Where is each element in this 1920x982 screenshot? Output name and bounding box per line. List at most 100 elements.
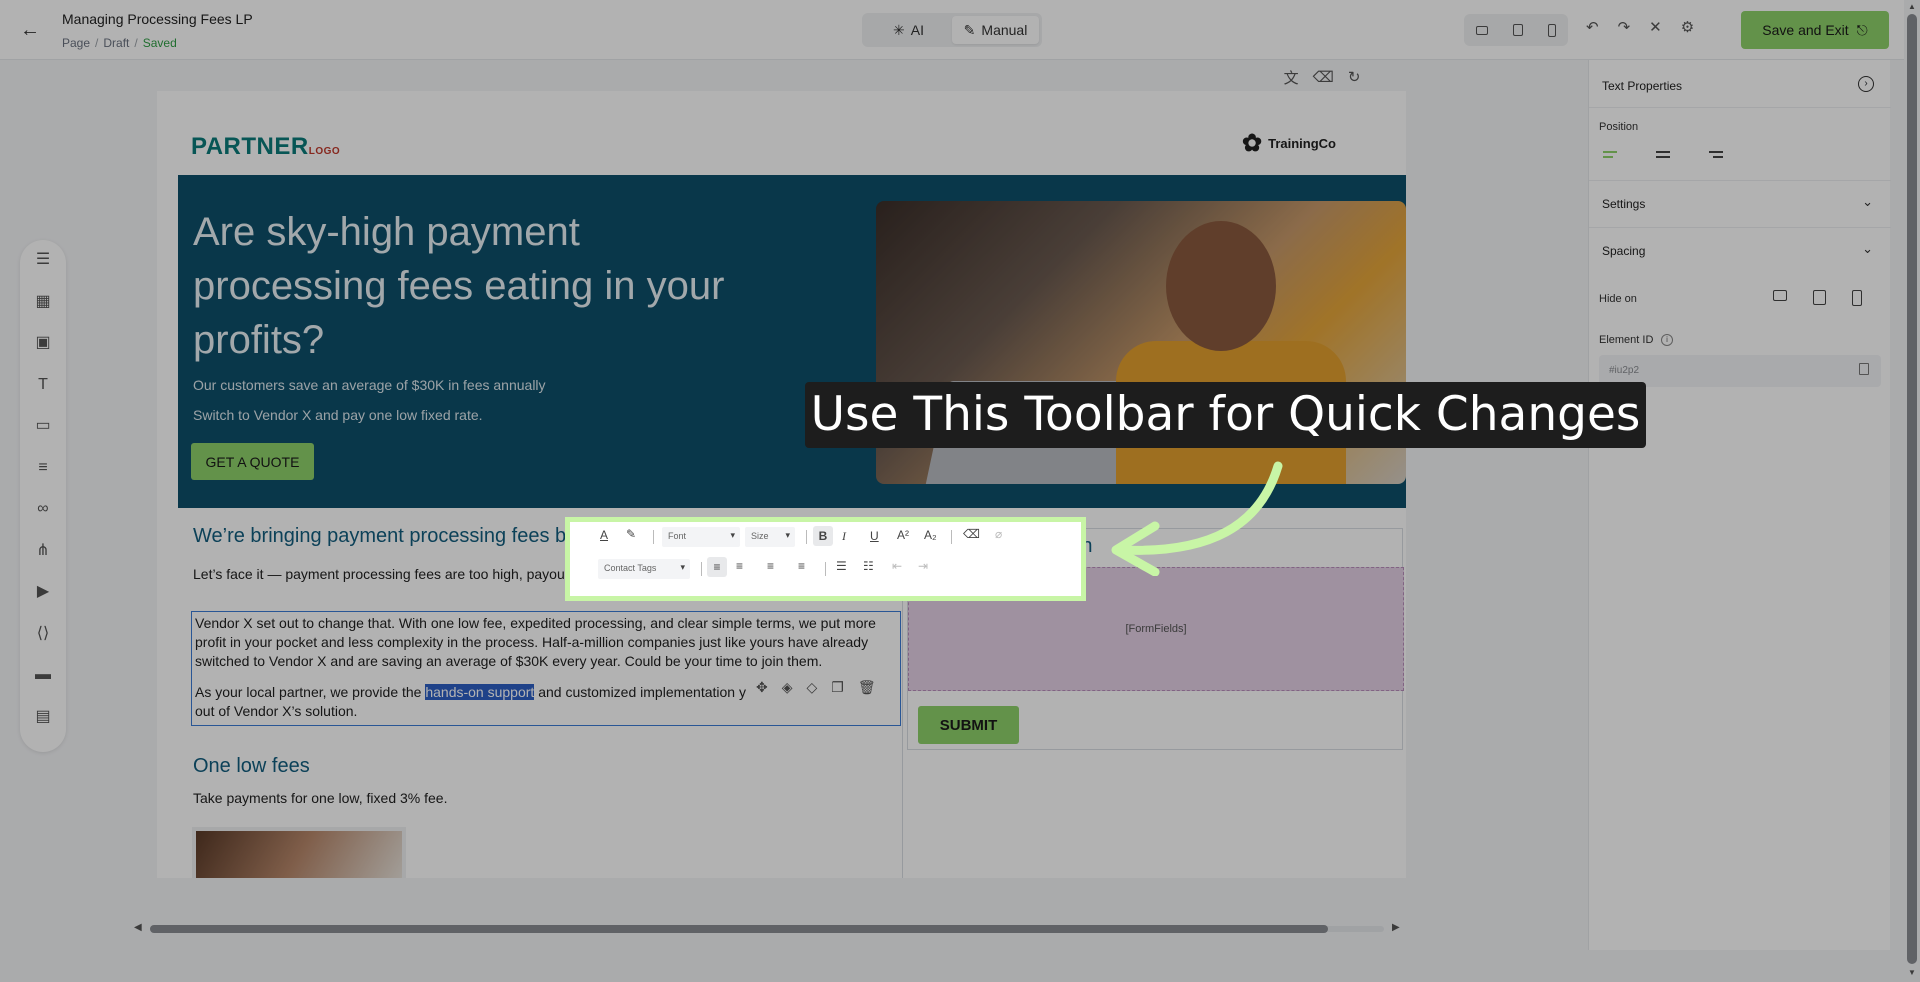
link-icon[interactable]: ∞	[33, 499, 53, 519]
panel-title: Text Properties	[1602, 79, 1683, 93]
settings-section[interactable]: Settings ⌄	[1589, 180, 1891, 227]
clear-format-icon[interactable]: ⌫	[963, 527, 980, 541]
trainingco-logo-text: TrainingCo	[1268, 136, 1336, 151]
save-and-exit-button[interactable]: Save and Exit ⎋	[1741, 11, 1889, 49]
scroll-up-icon[interactable]: ▲	[1908, 2, 1916, 11]
toolbar-separator	[825, 562, 826, 576]
manual-mode-label: Manual	[981, 22, 1028, 38]
align-center-icon[interactable]: ≡	[736, 559, 743, 573]
video-icon[interactable]: ▶	[33, 582, 53, 602]
breadcrumb-page[interactable]: Page	[62, 36, 90, 50]
preview-settings-icon[interactable]: ⚙	[1681, 18, 1694, 36]
numbered-list-icon[interactable]: ☷	[863, 559, 874, 573]
tablet-icon[interactable]	[1512, 24, 1523, 36]
section-icon[interactable]: ☰	[33, 250, 53, 270]
image-icon[interactable]: ▣	[33, 333, 53, 353]
scroll-left-icon[interactable]: ◀	[134, 922, 142, 933]
delete-icon[interactable]: 🗑	[858, 679, 876, 696]
copy-icon[interactable]	[1859, 363, 1869, 375]
scroll-down-icon[interactable]: ▼	[1908, 968, 1916, 977]
hide-desktop-icon[interactable]	[1773, 290, 1787, 301]
panel-collapse-icon[interactable]: ›	[1858, 76, 1874, 92]
hero-headline[interactable]: Are sky-high payment processing fees eat…	[193, 205, 763, 367]
layer-up-icon[interactable]: ◈	[782, 679, 793, 696]
callout-arrow-icon	[1111, 461, 1283, 576]
submit-button[interactable]: SUBMIT	[918, 706, 1019, 744]
size-select[interactable]: Size	[745, 527, 795, 547]
outdent-icon[interactable]: ⇤	[892, 559, 902, 573]
align-center-icon[interactable]	[1656, 151, 1674, 165]
back-arrow-icon[interactable]: ←	[20, 18, 44, 42]
selected-text[interactable]: hands-on support	[425, 684, 535, 700]
highlight-icon[interactable]: ✎	[626, 527, 636, 541]
superscript-button[interactable]: A²	[897, 528, 909, 542]
bulleted-list-icon[interactable]: ☰	[836, 559, 847, 573]
pencil-icon: ✎	[963, 21, 976, 38]
button-icon[interactable]: ▭	[33, 416, 53, 436]
text-color-icon[interactable]: A	[600, 528, 608, 542]
top-bar: ← Managing Processing Fees LP Page / Draft…	[0, 0, 1920, 60]
divider-icon[interactable]: ≡	[33, 458, 53, 478]
ai-mode-button[interactable]: ✳ AI	[865, 16, 952, 44]
text-icon[interactable]: T	[33, 375, 53, 395]
italic-button[interactable]: I	[842, 529, 846, 544]
get-a-quote-button[interactable]: GET A QUOTE	[191, 443, 314, 480]
bold-button[interactable]: B	[813, 526, 833, 546]
properties-panel: Text Properties › Position Settings ⌄ Sp…	[1588, 60, 1891, 950]
align-left-icon[interactable]: ≡	[707, 557, 727, 577]
fees-heading[interactable]: One low fees	[193, 755, 310, 778]
indent-icon[interactable]: ⇥	[918, 559, 928, 573]
font-select[interactable]: Font	[662, 527, 740, 547]
desktop-icon[interactable]	[1476, 25, 1489, 35]
selected-text-block[interactable]: Vendor X set out to change that. With on…	[191, 611, 901, 726]
undo-icon[interactable]: ↶	[1586, 18, 1599, 36]
align-justify-icon[interactable]: ≡	[798, 559, 805, 573]
layer-down-icon[interactable]: ◇	[807, 679, 818, 696]
toolbar-separator	[701, 562, 702, 576]
mobile-icon[interactable]	[1547, 23, 1556, 37]
toolbar-separator	[951, 530, 952, 544]
underline-button[interactable]: U	[870, 529, 879, 543]
hero-subline-2[interactable]: Switch to Vendor X and pay one low fixed…	[193, 407, 483, 423]
fees-text[interactable]: Take payments for one low, fixed 3% fee.	[193, 790, 447, 806]
horizontal-scrollbar[interactable]: ◀ ▶	[130, 922, 1404, 936]
move-icon[interactable]: ✥	[756, 679, 768, 696]
scroll-thumb[interactable]	[150, 925, 1328, 933]
trainingco-logo[interactable]: ✿ TrainingCo	[1242, 129, 1336, 158]
position-label: Position	[1599, 121, 1639, 133]
hide-mobile-icon[interactable]	[1852, 290, 1862, 306]
fees-image[interactable]	[192, 827, 406, 878]
vertical-scroll-thumb[interactable]	[1907, 14, 1917, 964]
section-heading[interactable]: We’re bringing payment processing fees b…	[193, 525, 587, 548]
duplicate-icon[interactable]: ❐	[831, 679, 844, 696]
contact-tags-select[interactable]: Contact Tags	[598, 559, 690, 579]
unlink-icon[interactable]: ⌀	[995, 527, 1002, 541]
manual-mode-button[interactable]: ✎ Manual	[952, 16, 1039, 44]
body-paragraph-1[interactable]: Vendor X set out to change that. With on…	[195, 614, 897, 671]
eraser-icon[interactable]: ⌫	[1313, 68, 1334, 86]
hide-tablet-icon[interactable]	[1813, 290, 1826, 305]
vertical-scrollbar[interactable]: ▲ ▼	[1904, 0, 1920, 982]
toolbar-separator	[653, 530, 654, 544]
layout-icon[interactable]: ▦	[33, 292, 53, 312]
align-left-icon[interactable]	[1603, 151, 1621, 165]
align-right-icon[interactable]: ≡	[767, 559, 774, 573]
breadcrumb-draft[interactable]: Draft	[103, 36, 129, 50]
hero-subline-1[interactable]: Our customers save an average of $30K in…	[193, 377, 546, 393]
subscript-button[interactable]: A₂	[924, 528, 937, 542]
collapse-icon[interactable]: ✕	[1649, 18, 1662, 36]
align-right-icon[interactable]	[1709, 151, 1727, 165]
social-icon[interactable]: ⋔	[33, 541, 53, 561]
settings-label: Settings	[1602, 197, 1646, 211]
info-icon[interactable]: i	[1661, 334, 1673, 346]
refresh-icon[interactable]: ↻	[1348, 68, 1361, 86]
partner-logo[interactable]: PARTNERLOGO	[191, 133, 340, 161]
footer-icon[interactable]: ▬	[33, 665, 53, 685]
chevron-down-icon: ⌄	[1862, 241, 1873, 256]
form-icon[interactable]: ▤	[33, 707, 53, 727]
code-icon[interactable]: ⟨⟩	[33, 624, 53, 644]
spacing-section[interactable]: Spacing ⌄	[1589, 227, 1891, 274]
redo-icon[interactable]: ↷	[1618, 18, 1631, 36]
scroll-right-icon[interactable]: ▶	[1392, 922, 1400, 933]
translate-icon[interactable]: 文	[1284, 67, 1299, 88]
